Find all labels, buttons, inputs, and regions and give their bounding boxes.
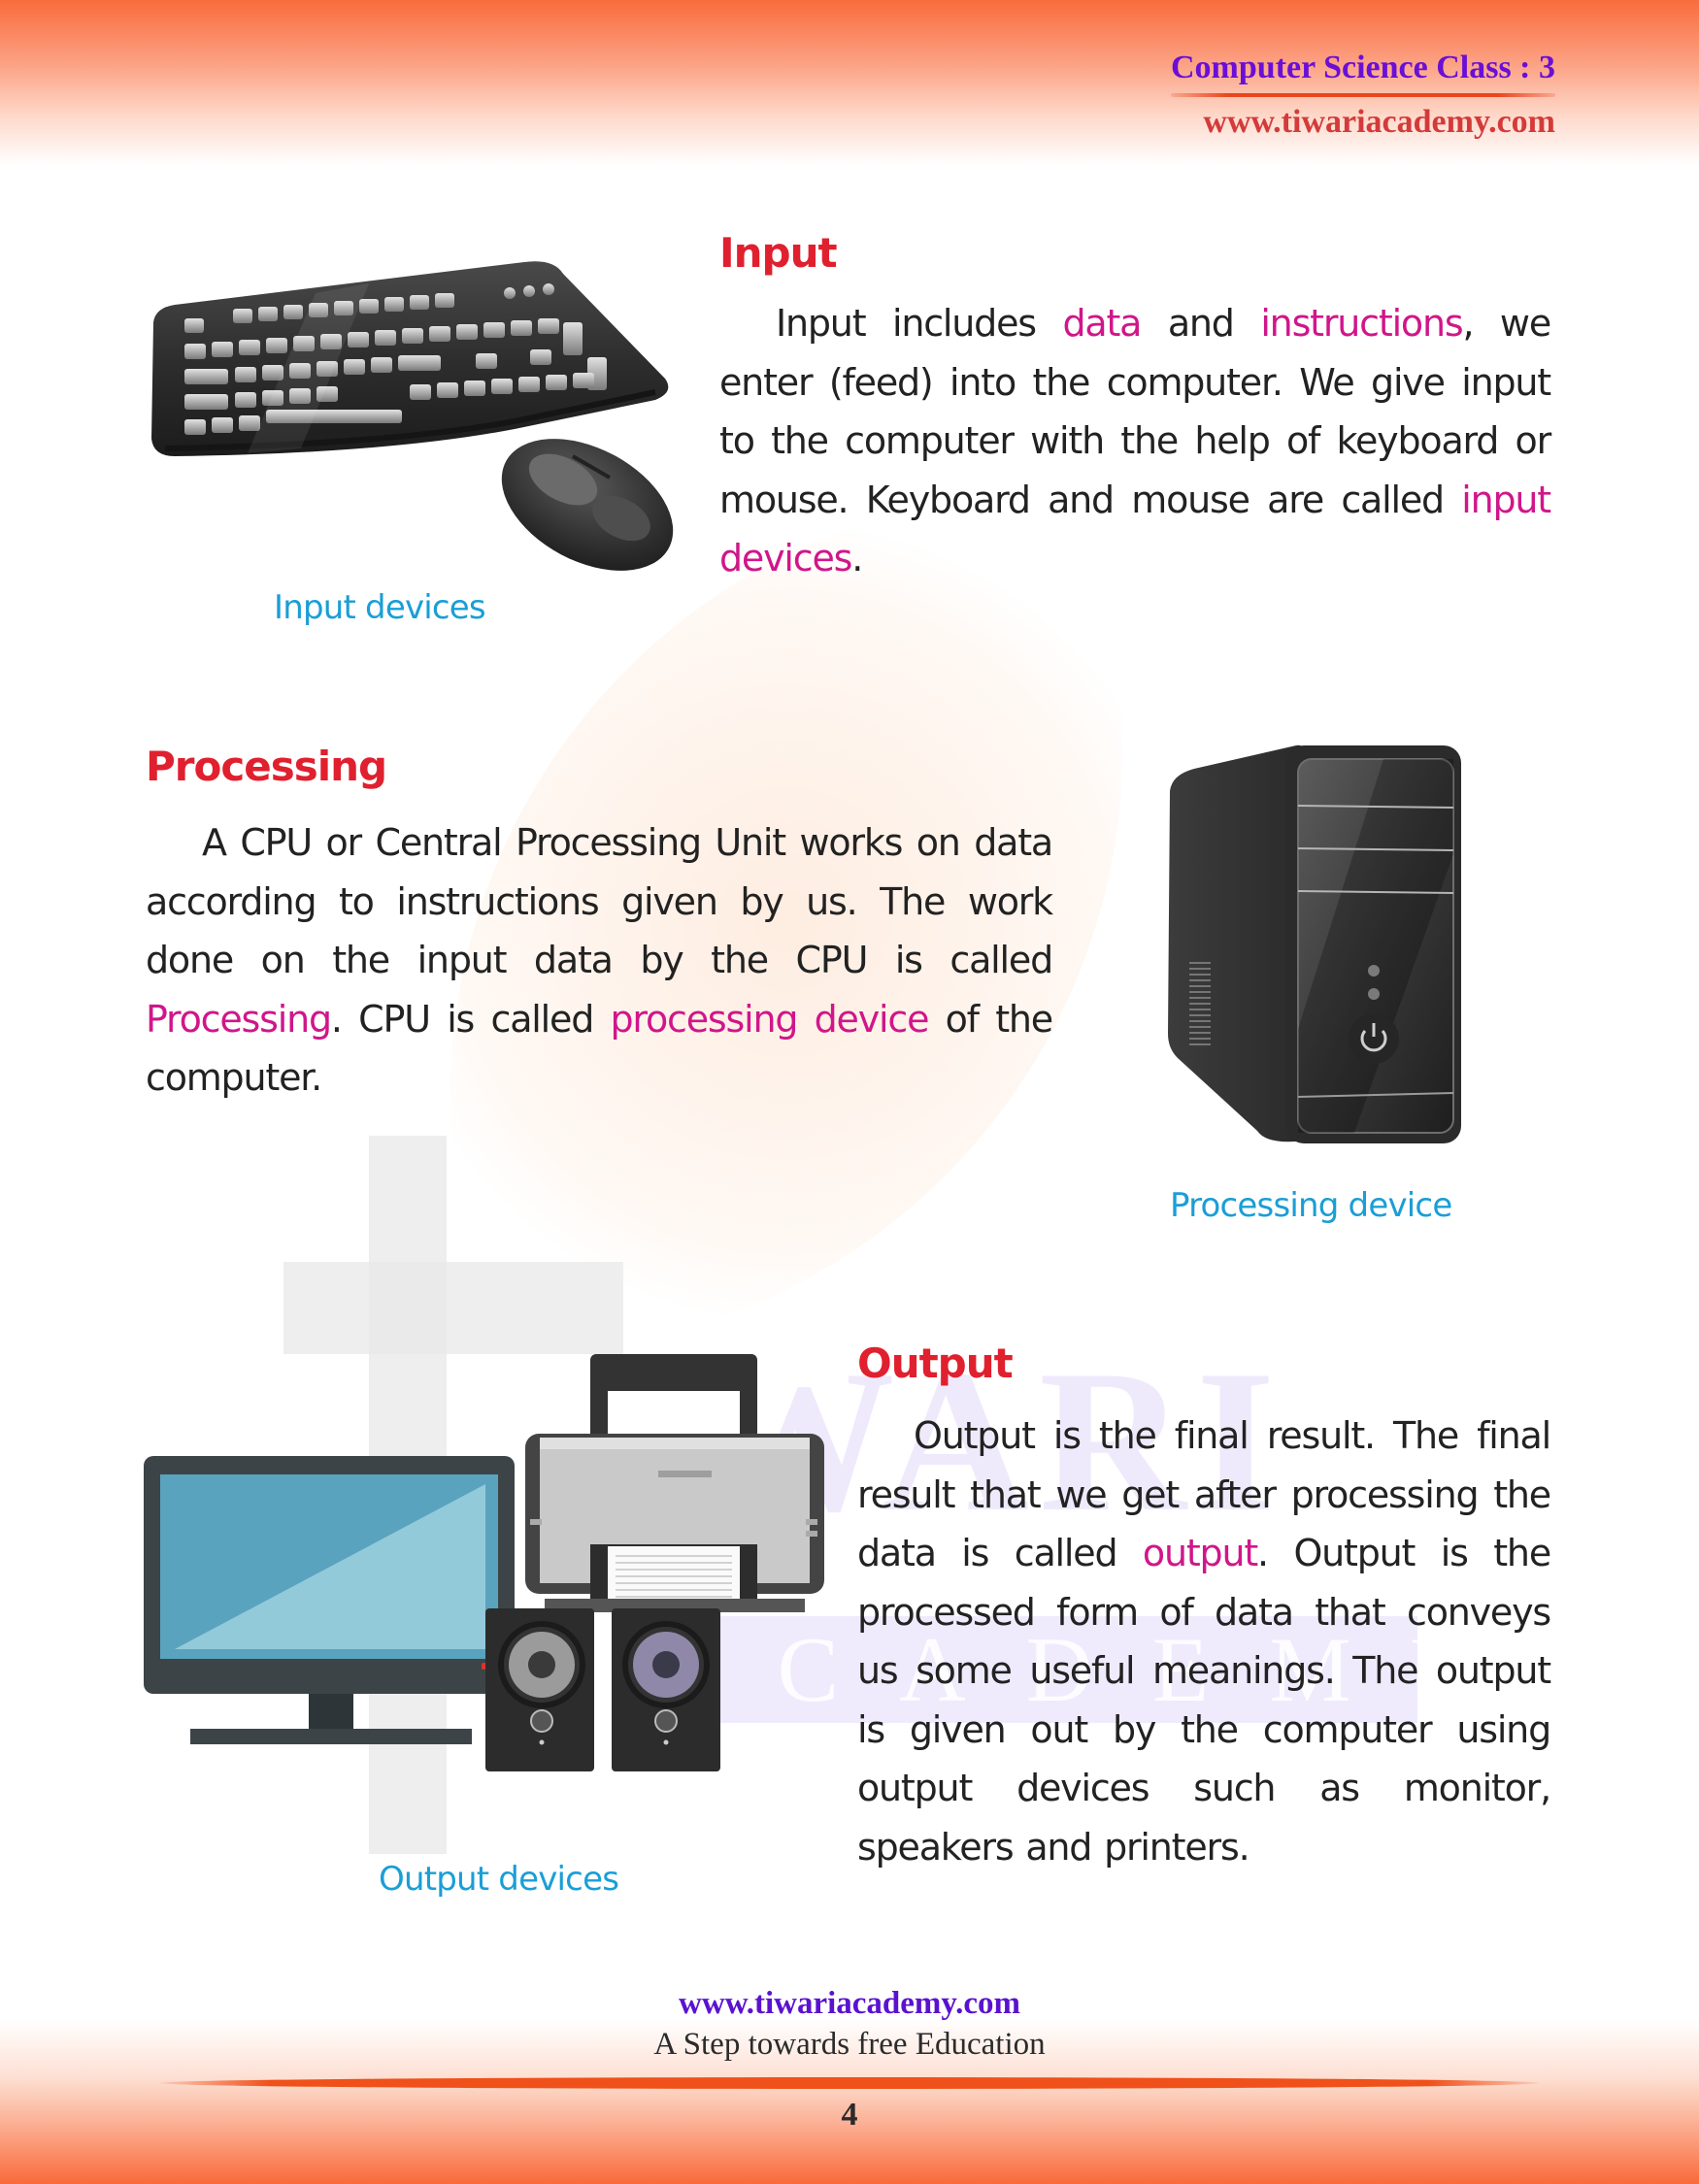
- monitor-printer-speakers-icon: [144, 1354, 824, 1771]
- cpu-tower-icon: [1168, 745, 1461, 1143]
- highlighted-term: instructions: [1260, 302, 1463, 345]
- output-heading: Output: [857, 1340, 1014, 1387]
- footer-divider: [160, 2077, 1539, 2089]
- keyboard-and-mouse-icon: [151, 261, 674, 571]
- header-divider: [1171, 93, 1555, 97]
- paragraph-text: Input includes: [776, 302, 1063, 345]
- printer-shape: [525, 1354, 824, 1612]
- footer-tagline: A Step towards free Education: [653, 2027, 1046, 2062]
- input-heading: Input: [719, 229, 838, 277]
- page-number: 4: [841, 2097, 858, 2133]
- paragraph-text: . CPU is called: [330, 997, 611, 1041]
- header-url-link[interactable]: www.tiwariacademy.com: [1171, 103, 1555, 142]
- mouse-shape: [501, 439, 674, 571]
- input-paragraph: Input includes data and instructions, we…: [719, 294, 1551, 588]
- paragraph-text: .: [851, 537, 863, 579]
- paragraph-text: A CPU or Central Processing Unit works o…: [146, 821, 1053, 981]
- input-devices-caption: Input devices: [274, 588, 486, 627]
- cpu-vent: [1189, 962, 1211, 1045]
- output-paragraph: Output is the final result. The final re…: [857, 1406, 1551, 1876]
- monitor-shape: [144, 1456, 515, 1744]
- watermark-crossbar: [283, 1262, 623, 1354]
- footer-url-link[interactable]: www.tiwariacademy.com: [0, 1986, 1699, 2022]
- speaker-right-shape: [612, 1608, 720, 1771]
- highlighted-term: processing device: [610, 997, 929, 1041]
- header-title: Computer Science Class : 3: [1171, 50, 1555, 85]
- highlighted-term: output: [1142, 1532, 1258, 1574]
- highlighted-term: data: [1062, 302, 1142, 345]
- processing-heading: Processing: [146, 743, 387, 790]
- page-header: Computer Science Class : 3 www.tiwariaca…: [1171, 47, 1555, 142]
- highlighted-term: Processing: [146, 997, 332, 1041]
- paragraph-text: . Output is the processed form of data t…: [857, 1532, 1551, 1869]
- processing-device-caption: Processing device: [1170, 1186, 1452, 1225]
- speaker-left-shape: [485, 1608, 594, 1771]
- output-devices-caption: Output devices: [379, 1860, 619, 1899]
- processing-paragraph: A CPU or Central Processing Unit works o…: [146, 813, 1053, 1108]
- paragraph-text: and: [1141, 302, 1261, 345]
